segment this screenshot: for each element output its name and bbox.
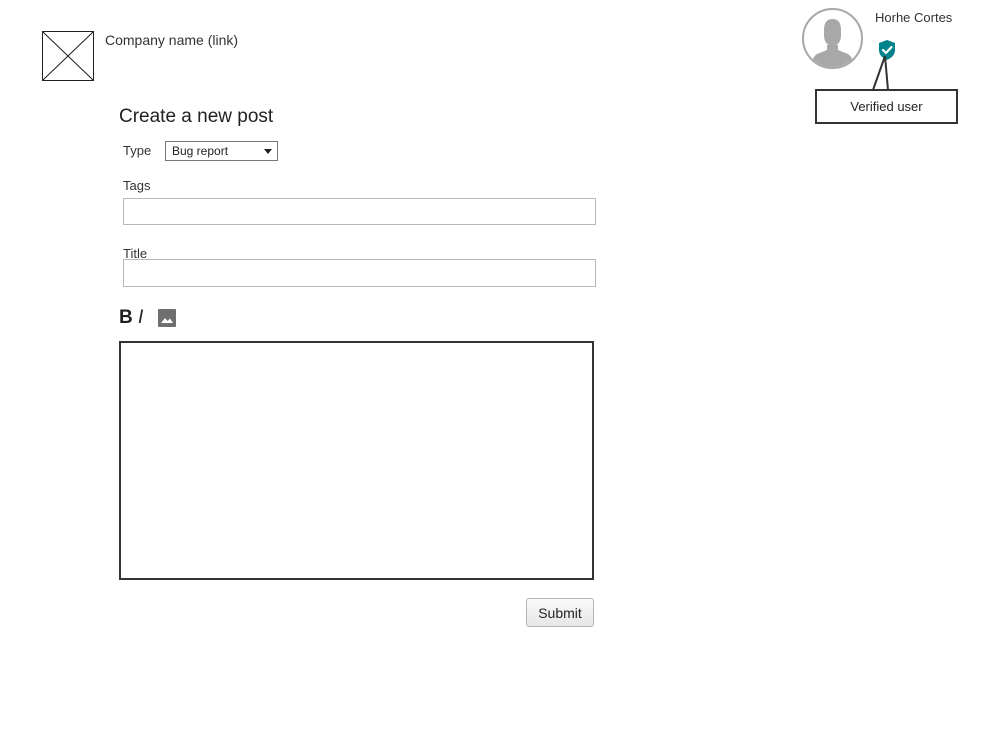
company-logo-placeholder[interactable] [42,31,94,81]
tags-label: Tags [123,178,151,193]
post-body-editor[interactable] [119,341,594,580]
tooltip-pointer [872,56,889,91]
submit-button[interactable]: Submit [526,598,594,627]
title-input[interactable] [123,259,596,287]
tags-input[interactable] [123,198,596,225]
user-avatar-icon [811,19,854,67]
page-title: Create a new post [119,106,274,127]
italic-button[interactable]: I [138,307,143,329]
verified-user-tooltip: Verified user [815,89,958,124]
user-name[interactable]: Horhe Cortes [875,10,952,25]
user-avatar[interactable] [802,8,863,69]
type-dropdown[interactable]: Bug report [165,141,278,161]
chevron-down-icon [264,149,272,154]
insert-image-button[interactable] [158,309,176,332]
company-name-link[interactable]: Company name (link) [105,32,238,48]
create-post-page: Company name (link) Horhe Cortes Verifie… [0,0,990,732]
type-dropdown-value: Bug report [172,144,229,158]
image-placeholder-icon [43,32,93,80]
type-label: Type [123,143,152,158]
image-icon [158,309,176,327]
bold-button[interactable]: B [119,307,133,329]
